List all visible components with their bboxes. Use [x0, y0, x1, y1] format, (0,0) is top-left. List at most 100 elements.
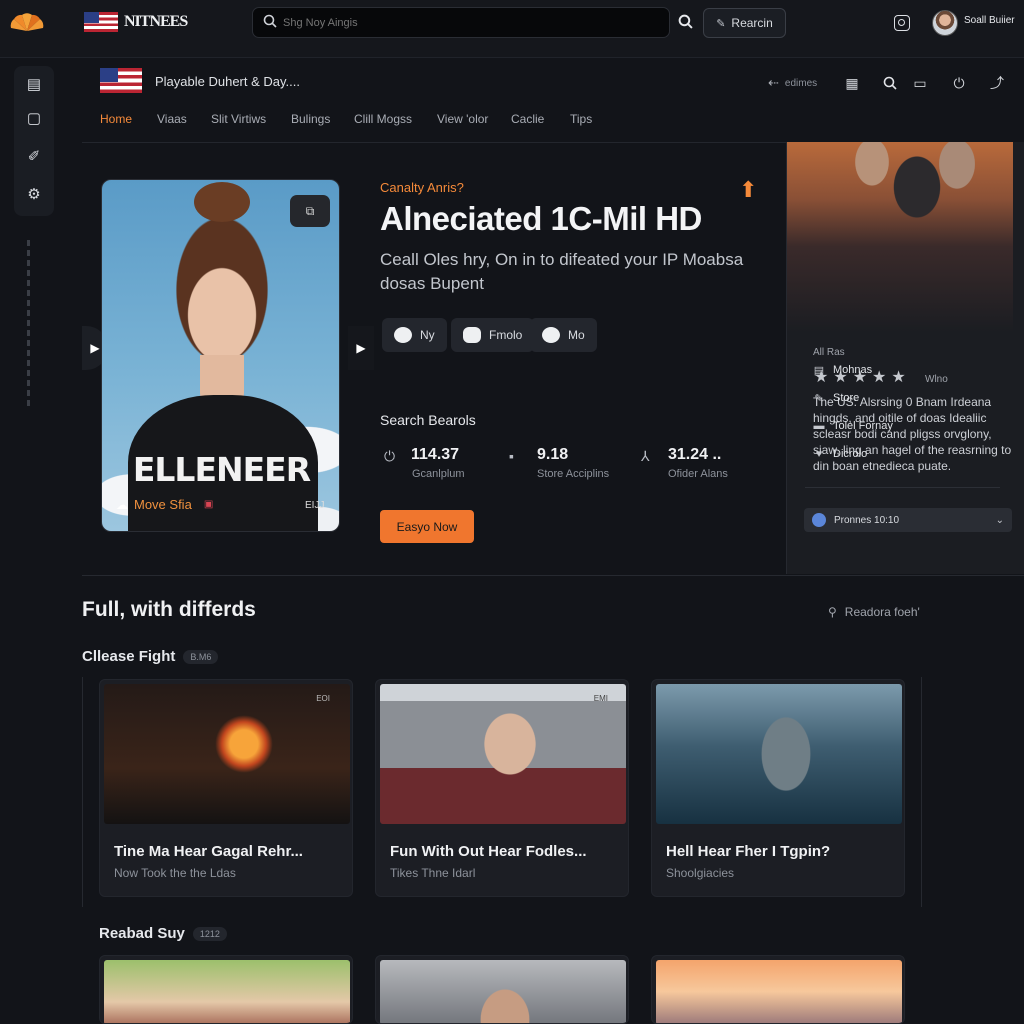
- tab-slit-virtiws[interactable]: Slit Virtiws: [211, 112, 266, 128]
- video-thumbnail[interactable]: [656, 960, 902, 1023]
- read-more-label: Readora foeh': [844, 605, 920, 619]
- download-icon: ⏻: [384, 448, 396, 464]
- up-arrow-icon[interactable]: ⬆: [739, 177, 757, 203]
- card-subtitle: Now Took the the Ldas: [114, 866, 236, 880]
- side-panel: All Ras ★★★★★ Wlno The US: Alsrsing 0 Bn…: [786, 142, 1024, 574]
- top-bar: NITNEES ✎ Rearcin Soall Buiier: [0, 0, 1024, 58]
- video-thumbnail[interactable]: [104, 960, 350, 1023]
- row-header: Cllease Fight B.M6: [82, 648, 219, 665]
- row-badge: 1212: [192, 926, 227, 941]
- side-item-store[interactable]: ✎ Store: [813, 390, 859, 406]
- video-thumbnail[interactable]: [104, 684, 350, 824]
- video-thumbnail[interactable]: [656, 684, 902, 824]
- featured-poster[interactable]: ELLENEER ⧉ ☁ Move Sfia ▣ EIJJ: [101, 179, 340, 532]
- read-more-link[interactable]: ⚲ Readora foeh': [828, 605, 920, 619]
- section-title: Full, with differds: [82, 598, 256, 621]
- mo-button-label: Mo: [568, 328, 585, 342]
- brand-name: NITNEES: [124, 13, 188, 30]
- pronnes-select[interactable]: Pronnes 10:10 ⌄: [804, 508, 1012, 532]
- stats-heading: Search Bearols: [380, 412, 476, 428]
- back-link[interactable]: ⇠ edimes: [768, 75, 817, 91]
- video-card[interactable]: [375, 955, 629, 1024]
- stat-label: Gcanlplum: [412, 468, 465, 480]
- video-card[interactable]: [651, 955, 905, 1024]
- brush-icon[interactable]: ✐: [14, 138, 54, 174]
- heart-icon: ♥: [815, 448, 823, 460]
- video-card[interactable]: EMI Fun With Out Hear Fodles... Tikes Th…: [375, 679, 629, 897]
- chat-icon: [463, 327, 481, 343]
- mo-button[interactable]: Mo: [530, 318, 597, 352]
- inbox-icon[interactable]: ▤: [14, 66, 54, 102]
- side-item-tolel-fornay[interactable]: ▬ Tolel Fornay: [813, 418, 893, 434]
- screen-icon[interactable]: ▭: [910, 73, 930, 93]
- side-item-mohnas[interactable]: ▤ Mohnas: [813, 362, 872, 378]
- side-item-label: Dicrolo: [833, 448, 868, 460]
- carousel-next-button[interactable]: ▶: [348, 326, 374, 370]
- heart-icon: [394, 327, 412, 343]
- card-subtitle: Tikes Thne Idarl: [390, 866, 476, 880]
- card-tag: EMI: [593, 694, 608, 703]
- search-icon: [263, 14, 277, 31]
- flag-icon: [84, 12, 118, 32]
- search-input[interactable]: [283, 14, 653, 32]
- video-card[interactable]: [99, 955, 353, 1024]
- video-thumbnail[interactable]: [380, 684, 626, 824]
- poster-play-button[interactable]: ⧉: [290, 195, 330, 227]
- tab-view-olor[interactable]: View 'olor: [437, 112, 488, 128]
- calendar-icon[interactable]: ▦: [842, 73, 862, 93]
- select-value: Pronnes 10:10: [834, 514, 900, 526]
- poster-portrait: [164, 195, 280, 375]
- power-icon[interactable]: ⏻: [949, 73, 969, 93]
- tab-tips[interactable]: Tips: [570, 112, 592, 128]
- search-button[interactable]: ✎ Rearcin: [703, 8, 786, 38]
- row-header: Reabad Suy 1212: [99, 925, 227, 942]
- tab-home[interactable]: Home: [100, 112, 132, 128]
- chevron-down-icon: ⌄: [995, 514, 1004, 526]
- cta-button[interactable]: Easyo Now: [380, 510, 474, 543]
- side-item-dicrolo[interactable]: ♥ Dicrolo: [813, 446, 868, 462]
- side-panel-label: All Ras: [813, 347, 845, 358]
- user-name[interactable]: Soall Buiier: [964, 15, 1015, 26]
- fmolo-button[interactable]: Fmolo: [451, 318, 535, 352]
- side-item-label: Store: [833, 392, 860, 404]
- avatar[interactable]: [932, 10, 958, 36]
- hero-kicker: Canalty Anris?: [380, 180, 464, 195]
- list-icon: ▬: [813, 420, 825, 432]
- fmolo-button-label: Fmolo: [489, 328, 523, 342]
- side-panel-image[interactable]: [787, 142, 1013, 332]
- share-icon[interactable]: ⤴: [987, 73, 1007, 93]
- header-flag-icon: [100, 68, 142, 93]
- hero-description: Ceall Oles hry, On in to difeated your I…: [380, 250, 744, 293]
- video-card[interactable]: EOI Tine Ma Hear Gagal Rehr... Now Took …: [99, 679, 353, 897]
- store-icon: ▪: [509, 448, 514, 464]
- search-button-label: Rearcin: [731, 16, 773, 30]
- stat-value: 9.18: [537, 446, 569, 463]
- back-arrow-icon: ⇠: [768, 75, 779, 90]
- search-field[interactable]: [252, 7, 670, 38]
- search-submit-icon[interactable]: [678, 14, 693, 34]
- logo-icon[interactable]: [10, 11, 44, 33]
- instagram-icon[interactable]: [894, 15, 910, 31]
- side-item-label: Mohnas: [833, 364, 873, 376]
- card-title: Tine Ma Hear Gagal Rehr...: [114, 843, 303, 860]
- page-title: Playable Duhert & Day....: [155, 74, 300, 89]
- stat-value: 31.24 ..: [668, 446, 722, 463]
- window-icon[interactable]: ▢: [14, 100, 54, 136]
- back-link-label: edimes: [784, 77, 818, 89]
- pen-icon: ✎: [814, 392, 824, 405]
- rail-scroll-track[interactable]: [22, 240, 36, 415]
- globe-icon: [542, 327, 560, 343]
- tab-viaas[interactable]: Viaas: [157, 112, 187, 128]
- poster-title: ELLENEER: [132, 450, 311, 489]
- like-button-label: Ny: [420, 328, 435, 342]
- like-button[interactable]: Ny: [382, 318, 447, 352]
- poster-rating: EIJJ: [305, 500, 325, 511]
- tab-clill-mogss[interactable]: Clill Mogss: [354, 112, 412, 128]
- tab-caclie[interactable]: Caclie: [511, 112, 544, 128]
- video-thumbnail[interactable]: [380, 960, 626, 1023]
- search-icon[interactable]: [880, 73, 900, 93]
- settings-icon[interactable]: ⚙: [14, 176, 54, 212]
- stat-value: 114.37: [411, 446, 460, 463]
- tab-bulings[interactable]: Bulings: [291, 112, 330, 128]
- video-card[interactable]: Hell Hear Fher I Tgpin? Shoolgiacies: [651, 679, 905, 897]
